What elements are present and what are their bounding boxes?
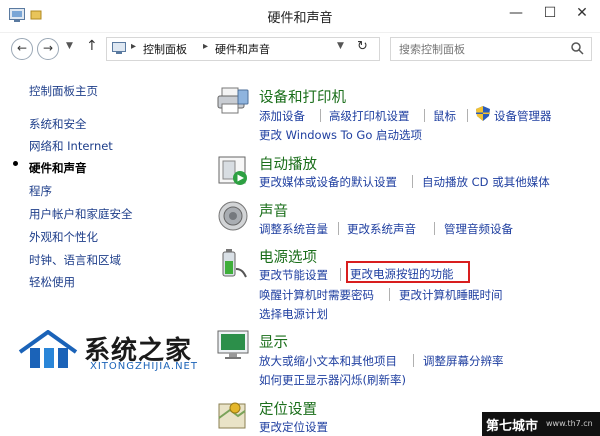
back-button[interactable]: ← <box>11 38 33 60</box>
link-manage-audio-devices[interactable]: 管理音频设备 <box>444 221 513 237</box>
category-title-location[interactable]: 定位设置 <box>259 398 317 419</box>
uac-shield-icon <box>476 106 490 121</box>
corner-watermark-domain: www.th7.cn <box>546 419 593 428</box>
corner-watermark: 第七城市 www.th7.cn <box>482 412 600 436</box>
search-input[interactable] <box>397 40 567 58</box>
breadcrumb-hardware-sound[interactable]: 硬件和声音 <box>215 41 270 57</box>
sidebar-item-network[interactable]: 网络和 Internet <box>29 138 113 154</box>
location-map-icon <box>218 402 246 429</box>
link-separator <box>467 109 468 122</box>
link-screen-resolution[interactable]: 调整屏幕分辨率 <box>423 353 504 369</box>
category-title-autoplay[interactable]: 自动播放 <box>259 153 317 174</box>
link-change-sleep-time[interactable]: 更改计算机睡眠时间 <box>399 287 503 303</box>
link-separator <box>412 175 413 188</box>
category-title-power-options[interactable]: 电源选项 <box>259 246 317 267</box>
link-device-manager[interactable]: 设备管理器 <box>494 108 552 124</box>
sidebar-item-appearance[interactable]: 外观和个性化 <box>29 229 98 245</box>
category-title-display[interactable]: 显示 <box>259 331 288 352</box>
control-panel-small-icon <box>112 42 126 54</box>
speaker-icon <box>218 201 248 231</box>
autoplay-icon <box>218 156 247 185</box>
maximize-button[interactable]: ☐ <box>534 0 566 28</box>
address-field[interactable]: ▸ 控制面板 ▸ 硬件和声音 ▼ ↻ <box>106 37 380 61</box>
link-separator <box>424 109 425 122</box>
arrow-left-icon: ← <box>16 41 28 55</box>
title-bar: 硬件和声音 — ☐ ✕ <box>0 0 600 33</box>
breadcrumb-control-panel[interactable]: 控制面板 <box>143 41 187 57</box>
link-separator <box>320 109 321 122</box>
link-separator <box>434 222 435 235</box>
forward-button[interactable]: → <box>37 38 59 60</box>
link-text-size[interactable]: 放大或缩小文本和其他项目 <box>259 353 397 369</box>
highlight-box <box>346 261 470 283</box>
link-change-windows-to-go[interactable]: 更改 Windows To Go 启动选项 <box>259 127 422 143</box>
monitor-icon <box>217 330 249 359</box>
sidebar-item-user-accounts[interactable]: 用户帐户和家庭安全 <box>29 206 133 222</box>
link-advanced-printer-settings[interactable]: 高级打印机设置 <box>329 108 410 124</box>
link-adjust-volume[interactable]: 调整系统音量 <box>259 221 328 237</box>
link-require-password-wakeup[interactable]: 唤醒计算机时需要密码 <box>259 287 374 303</box>
arrow-up-icon: ↑ <box>86 38 98 54</box>
link-autoplay-cd[interactable]: 自动播放 CD 或其他媒体 <box>422 174 550 190</box>
corner-watermark-text: 第七城市 <box>486 419 539 434</box>
recent-locations-button[interactable]: ▼ <box>66 41 73 51</box>
link-change-location-settings[interactable]: 更改定位设置 <box>259 419 328 435</box>
address-dropdown-icon[interactable]: ▼ <box>337 41 344 51</box>
sidebar-item-hardware-sound[interactable]: 硬件和声音 <box>29 160 87 176</box>
link-change-power-saving[interactable]: 更改节能设置 <box>259 267 328 283</box>
sidebar-item-ease-of-access[interactable]: 轻松使用 <box>29 274 75 290</box>
search-icon[interactable] <box>571 42 584 55</box>
link-mouse[interactable]: 鼠标 <box>433 108 456 124</box>
close-button[interactable]: ✕ <box>566 0 598 28</box>
link-change-system-sounds[interactable]: 更改系统声音 <box>347 221 416 237</box>
up-button[interactable]: ↑ <box>86 38 98 54</box>
link-separator <box>389 288 390 301</box>
link-change-default-media[interactable]: 更改媒体或设备的默认设置 <box>259 174 397 190</box>
watermark-domain: XITONGZHIJIA.NET <box>90 361 198 372</box>
arrow-right-icon: → <box>42 41 54 55</box>
breadcrumb-separator-icon: ▸ <box>131 41 137 52</box>
battery-plug-icon <box>222 249 247 278</box>
search-field[interactable] <box>390 37 592 61</box>
link-separator <box>413 354 414 367</box>
link-monitor-flicker[interactable]: 如何更正显示器闪烁(刷新率) <box>259 372 406 388</box>
sidebar-item-clock-region[interactable]: 时钟、语言和区域 <box>29 252 121 268</box>
link-separator <box>340 268 341 281</box>
link-choose-power-plan[interactable]: 选择电源计划 <box>259 306 328 322</box>
link-separator <box>338 222 339 235</box>
sidebar-item-programs[interactable]: 程序 <box>29 183 52 199</box>
minimize-button[interactable]: — <box>500 0 532 28</box>
link-add-device[interactable]: 添加设备 <box>259 108 305 124</box>
watermark-logo-icon <box>18 330 78 368</box>
sidebar-item-system-security[interactable]: 系统和安全 <box>29 116 87 132</box>
active-bullet-icon <box>13 161 18 166</box>
sidebar-item-home[interactable]: 控制面板主页 <box>29 83 98 99</box>
breadcrumb-separator-icon: ▸ <box>203 41 209 52</box>
refresh-icon[interactable]: ↻ <box>357 39 368 54</box>
category-title-sound[interactable]: 声音 <box>259 200 288 221</box>
printer-icon <box>217 87 249 114</box>
category-title-devices-printers[interactable]: 设备和打印机 <box>259 86 346 107</box>
chevron-down-icon: ▼ <box>66 41 73 51</box>
